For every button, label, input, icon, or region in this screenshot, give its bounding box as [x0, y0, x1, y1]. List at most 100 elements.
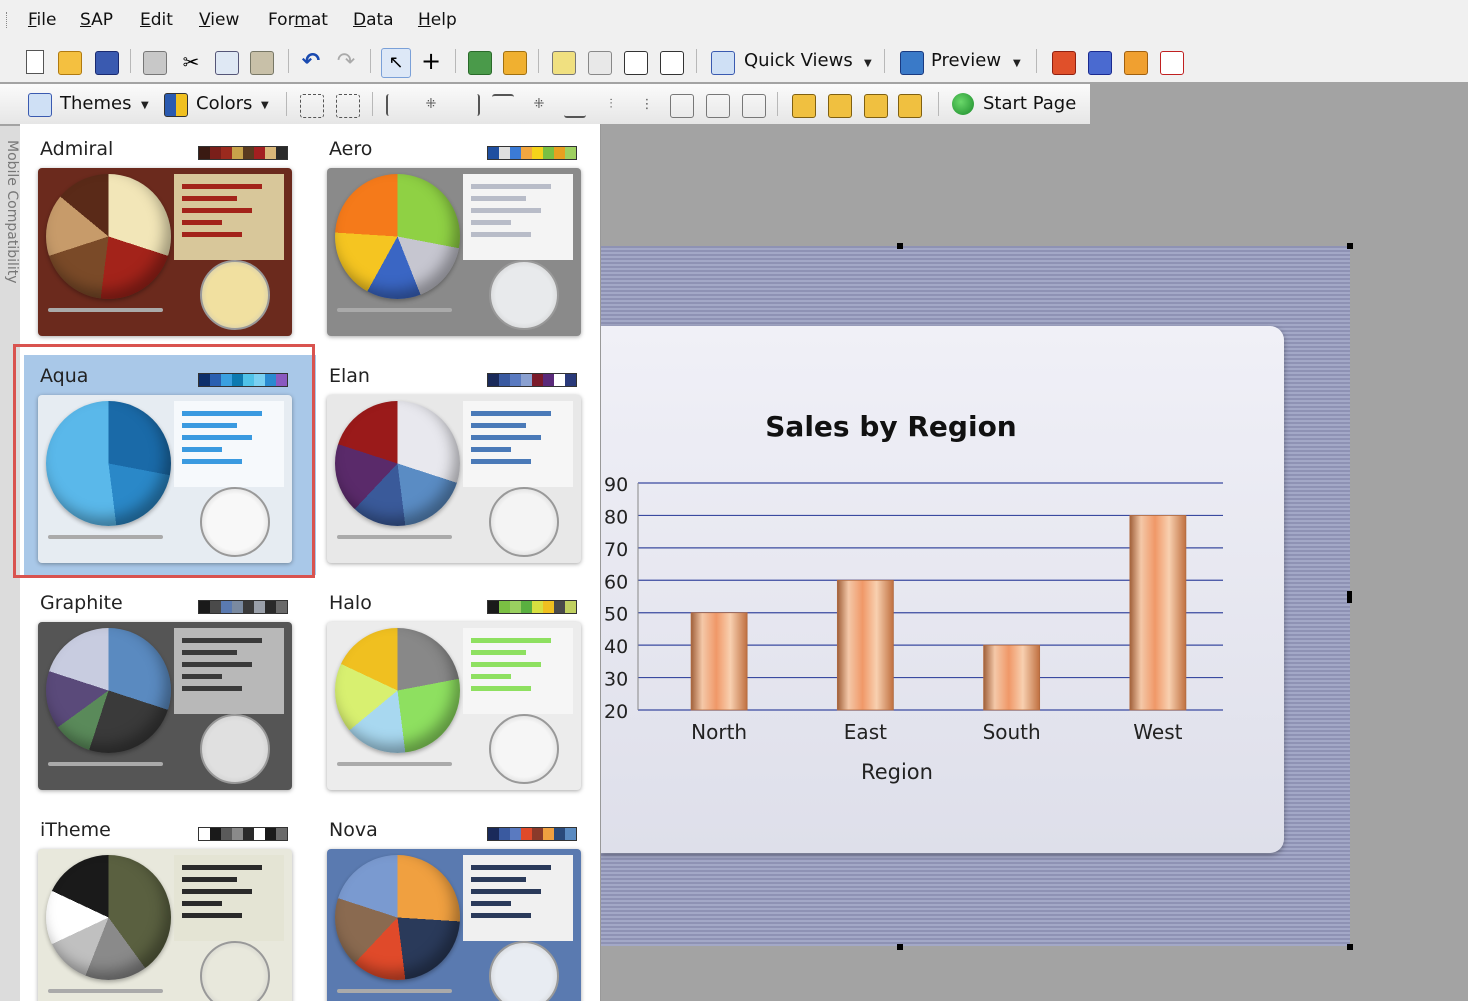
themes-dropdown-icon[interactable]: ▼	[141, 100, 149, 111]
same-size-icon[interactable]	[742, 94, 766, 118]
crosshair-icon[interactable]: +	[420, 49, 442, 73]
theme-halo[interactable]: Halo	[327, 582, 600, 802]
distribute-horizontal-icon[interactable]: ⫶	[600, 94, 622, 116]
theme-itheme[interactable]: iTheme	[38, 809, 318, 1001]
selected-theme-highlight	[13, 344, 315, 578]
menu-view[interactable]: View	[199, 10, 239, 30]
bring-to-front-icon[interactable]	[792, 94, 816, 118]
copy-icon[interactable]	[215, 51, 239, 75]
colors-button[interactable]: Colors	[196, 93, 252, 114]
preview-pie-chart	[46, 628, 171, 753]
align-left-icon[interactable]	[386, 94, 410, 116]
preview-bar-chart	[463, 855, 573, 941]
theme-admiral[interactable]: Admiral	[38, 128, 318, 348]
align-bottom-icon[interactable]	[564, 94, 586, 118]
send-backward-icon[interactable]	[898, 94, 922, 118]
themes-button[interactable]: Themes	[60, 93, 131, 114]
paste-icon[interactable]	[250, 51, 274, 75]
theme-preview-thumbnail	[327, 168, 581, 336]
distribute-vertical-icon[interactable]: ⋮	[636, 94, 658, 116]
theme-name: Admiral	[40, 138, 114, 160]
preview-slider	[48, 308, 163, 312]
theme-color-swatches	[198, 600, 288, 614]
standard-toolbar: ✂ ↶ ↷ ↖ + Quick Views ▼ Preview ▼	[0, 40, 1468, 82]
undo-icon[interactable]: ↶	[300, 51, 322, 73]
theme-color-swatches	[487, 146, 577, 160]
group-icon[interactable]	[300, 94, 324, 118]
selection-handle-bottom-right[interactable]	[1347, 944, 1353, 950]
send-to-back-icon[interactable]	[828, 94, 852, 118]
object-browser-icon[interactable]	[588, 51, 612, 75]
preview-pie-chart	[46, 174, 171, 299]
preview-gauge	[200, 941, 270, 1001]
export-ppt-icon[interactable]	[1124, 51, 1148, 75]
start-page-button[interactable]: Start Page	[983, 93, 1076, 114]
preview-bar-chart	[174, 628, 284, 714]
select-pointer-icon[interactable]: ↖	[381, 48, 411, 78]
align-middle-icon[interactable]: ⁜	[528, 94, 550, 116]
export-pdf-icon[interactable]	[1160, 51, 1184, 75]
align-top-icon[interactable]	[492, 94, 514, 118]
preview-slider	[337, 989, 452, 993]
selection-handle-top-right[interactable]	[1347, 243, 1353, 249]
mobile-compatibility-label: Mobile Compatibility	[4, 140, 20, 284]
print-icon[interactable]	[143, 51, 167, 75]
selection-handle-bottom[interactable]	[897, 944, 903, 950]
align-center-icon[interactable]: ⁜	[420, 94, 442, 116]
theme-name: Graphite	[40, 592, 123, 614]
preview-button[interactable]: Preview	[931, 50, 1001, 71]
menu-format[interactable]: Format	[268, 10, 328, 30]
colors-icon[interactable]	[164, 93, 188, 117]
import-excel-icon[interactable]	[468, 51, 492, 75]
theme-aero[interactable]: Aero	[327, 128, 600, 348]
save-icon[interactable]	[95, 51, 119, 75]
theme-preview-thumbnail	[38, 849, 292, 1001]
new-icon[interactable]	[26, 50, 44, 74]
theme-name: Aero	[329, 138, 373, 160]
same-width-icon[interactable]	[670, 94, 694, 118]
x-tick-label: South	[983, 720, 1041, 744]
menu-file[interactable]: File	[28, 10, 56, 30]
menu-data[interactable]: Data	[353, 10, 394, 30]
properties-icon[interactable]	[552, 51, 576, 75]
menu-edit[interactable]: Edit	[140, 10, 173, 30]
themes-icon[interactable]	[28, 93, 52, 117]
theme-graphite[interactable]: Graphite	[38, 582, 318, 802]
menu-help[interactable]: Help	[418, 10, 457, 30]
preview-pie-chart	[335, 174, 460, 299]
preview-dropdown-icon[interactable]: ▼	[1013, 58, 1021, 69]
preview-gauge	[489, 260, 559, 330]
theme-elan[interactable]: Elan	[327, 355, 600, 575]
menu-sap[interactable]: SAP	[80, 10, 113, 30]
quick-views-icon[interactable]	[711, 51, 735, 75]
y-tick-label: 20	[604, 701, 628, 723]
preview-pie-chart	[46, 855, 171, 980]
colors-dropdown-icon[interactable]: ▼	[261, 100, 269, 111]
selection-handle-right[interactable]	[1347, 591, 1352, 603]
export-flash-icon[interactable]	[1052, 51, 1076, 75]
bring-forward-icon[interactable]	[864, 94, 888, 118]
selection-handle-top[interactable]	[897, 243, 903, 249]
menu-grip[interactable]	[6, 12, 9, 28]
theme-name: iTheme	[40, 819, 111, 841]
preview-slider	[337, 762, 452, 766]
same-height-icon[interactable]	[706, 94, 730, 118]
ungroup-icon[interactable]	[336, 94, 360, 118]
x-tick-label: East	[844, 720, 887, 744]
start-page-icon[interactable]	[952, 93, 974, 115]
chart-component[interactable]: Sales by Region 20 30 40 50 60 70 80 90 North East…	[600, 246, 1350, 946]
open-folder-icon[interactable]	[58, 51, 82, 75]
export-icon[interactable]	[503, 51, 527, 75]
cut-icon[interactable]: ✂	[180, 51, 202, 73]
y-tick-label: 80	[604, 506, 628, 528]
quick-views-dropdown-icon[interactable]: ▼	[864, 58, 872, 69]
bar-east	[836, 579, 894, 711]
redo-icon[interactable]: ↷	[335, 51, 357, 73]
export-swf-icon[interactable]	[1088, 51, 1112, 75]
theme-nova[interactable]: Nova	[327, 809, 600, 1001]
zoom-fit-icon[interactable]	[624, 51, 648, 75]
quick-views-button[interactable]: Quick Views	[744, 50, 853, 71]
zoom-window-icon[interactable]	[660, 51, 684, 75]
align-right-icon[interactable]	[456, 94, 480, 116]
preview-icon[interactable]	[900, 51, 924, 75]
